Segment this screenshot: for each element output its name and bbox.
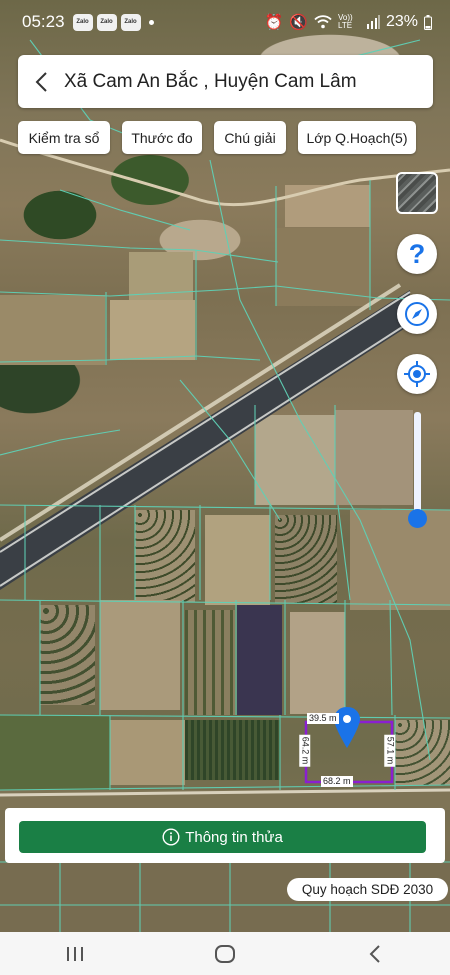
alarm-icon: ⏰ xyxy=(264,14,284,31)
home-button[interactable] xyxy=(195,932,255,975)
nav-back-icon xyxy=(369,944,380,963)
dirt-road xyxy=(0,788,450,797)
legend-button[interactable]: Chú giải xyxy=(214,121,286,154)
zalo-notification-icon: Zalo xyxy=(96,13,117,31)
parcel-right-length: 57.1 m xyxy=(384,734,396,767)
recents-button[interactable] xyxy=(45,932,105,975)
volte-icon: Vo)) LTE xyxy=(337,13,353,30)
parcel-top-length: 39.5 m xyxy=(307,713,339,724)
my-location-button[interactable] xyxy=(397,354,437,394)
system-nav-bar xyxy=(0,932,450,975)
zalo-notification-icon: Zalo xyxy=(120,13,141,31)
help-icon: ? xyxy=(408,238,426,269)
wifi-icon xyxy=(314,15,332,29)
recents-icon xyxy=(67,946,83,961)
location-header: Xã Cam An Bắc , Huyện Cam Lâm xyxy=(18,55,433,108)
battery-icon xyxy=(424,14,432,30)
parcel-left-length: 64.2 m xyxy=(299,734,311,767)
signal-icon xyxy=(366,15,380,29)
mute-icon: 🔇 xyxy=(289,14,308,31)
parcel-info-button[interactable]: Thông tin thửa xyxy=(19,821,426,853)
back-button[interactable] xyxy=(18,55,64,108)
status-bar: 05:23 Zalo Zalo Zalo ⏰ 🔇 Vo)) LTE 23% xyxy=(0,0,450,44)
parcel-bottom-length: 68.2 m xyxy=(321,776,353,787)
parcel-info-label: Thông tin thửa xyxy=(185,828,283,846)
zoom-slider-knob[interactable] xyxy=(408,509,427,528)
parcel-lines xyxy=(0,39,450,932)
more-notifications-dot xyxy=(148,19,154,25)
parcel-info-panel: Thông tin thửa xyxy=(5,808,445,863)
highway-edge xyxy=(0,291,411,553)
satellite-layer-icon[interactable] xyxy=(396,172,438,214)
zalo-notification-icon: Zalo xyxy=(72,13,93,31)
compass-icon xyxy=(405,302,429,326)
planning-layer-button[interactable]: Lớp Q.Hoạch(5) xyxy=(298,121,416,154)
my-location-icon xyxy=(404,361,430,387)
compass-button[interactable] xyxy=(397,294,437,334)
zoom-slider-track[interactable] xyxy=(414,412,421,517)
help-button[interactable]: ? xyxy=(397,234,437,274)
measure-button[interactable]: Thước đo xyxy=(122,121,202,154)
back-arrow-icon xyxy=(35,71,47,92)
highway-shoulder xyxy=(0,283,402,542)
location-title: Xã Cam An Bắc , Huyện Cam Lâm xyxy=(64,70,357,92)
battery-percent: 23% xyxy=(385,13,418,30)
check-book-button[interactable]: Kiểm tra sổ xyxy=(18,121,110,154)
status-time: 05:23 xyxy=(22,12,65,31)
nav-back-button[interactable] xyxy=(345,932,405,975)
home-icon xyxy=(215,944,235,963)
info-icon xyxy=(162,828,180,846)
planning-badge[interactable]: Quy hoạch SDĐ 2030 xyxy=(287,878,448,901)
highway-edge xyxy=(0,321,411,587)
